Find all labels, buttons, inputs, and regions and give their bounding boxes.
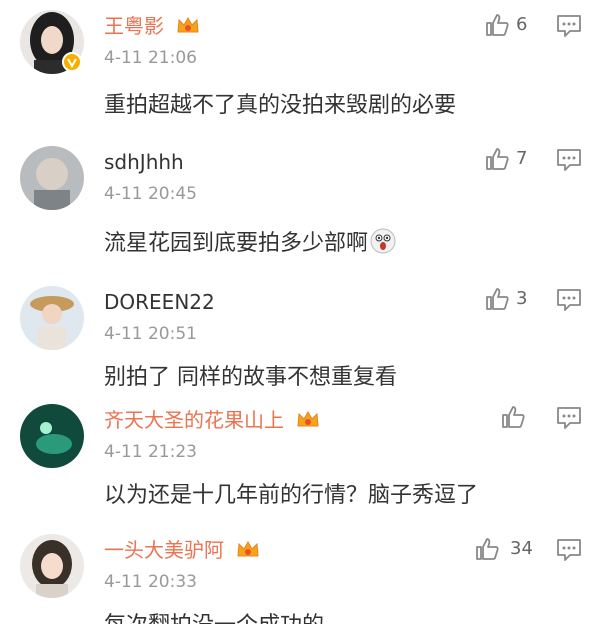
like-count: 6 — [516, 14, 528, 35]
comment-time: 4-11 20:33 — [104, 572, 197, 592]
username-text[interactable]: DOREEN22 — [104, 290, 215, 314]
comment-text: 流星花园到底要拍多少部啊 — [104, 228, 396, 258]
vip-crown-icon — [297, 410, 319, 427]
username-text[interactable]: 齐天大圣的花果山上 — [104, 408, 284, 432]
thumbs-up-icon[interactable] — [500, 404, 526, 430]
reply-comment-icon[interactable] — [556, 148, 582, 172]
verified-badge-icon — [62, 52, 82, 72]
reply-comment-icon[interactable] — [556, 14, 582, 38]
comment-username[interactable]: 齐天大圣的花果山上 — [104, 408, 320, 432]
comment-time: 4-11 21:06 — [104, 48, 197, 68]
thumbs-up-icon[interactable] — [484, 12, 510, 38]
avatar[interactable] — [20, 534, 84, 598]
like-count: 3 — [516, 288, 528, 309]
comment-text: 每次翻拍没一个成功的 — [104, 612, 324, 624]
avatar[interactable] — [20, 404, 84, 468]
like-count: 7 — [516, 148, 528, 169]
shocked-face-emoji-icon — [370, 228, 396, 254]
reply-comment-icon[interactable] — [556, 406, 582, 430]
thumbs-up-icon[interactable] — [484, 286, 510, 312]
comment-item: DOREEN22 4-11 20:51 别拍了 同样的故事不想重复看 3 — [0, 280, 600, 400]
comment-username[interactable]: sdhJhhh — [104, 150, 184, 174]
vip-crown-icon — [177, 16, 199, 33]
vip-crown-icon — [237, 540, 259, 557]
comment-text: 别拍了 同样的故事不想重复看 — [104, 365, 397, 390]
like-count: 34 — [510, 538, 533, 559]
comment-text: 重拍超越不了真的没拍来毁剧的必要 — [104, 93, 457, 118]
comment-time: 4-11 21:23 — [104, 442, 197, 462]
comment-text: 以为还是十几年前的行情？脑子秀逗了 — [104, 483, 479, 508]
comment-time: 4-11 20:51 — [104, 324, 197, 344]
comment-username[interactable]: 王粤影 — [104, 14, 200, 38]
comment-username[interactable]: DOREEN22 — [104, 290, 215, 314]
username-text[interactable]: sdhJhhh — [104, 150, 184, 174]
comment-username[interactable]: 一头大美驴阿 — [104, 538, 260, 562]
comment-time: 4-11 20:45 — [104, 184, 197, 204]
avatar[interactable] — [20, 146, 84, 210]
comment-item: sdhJhhh 4-11 20:45 流星花园到底要拍多少部啊 7 — [0, 140, 600, 280]
username-text[interactable]: 王粤影 — [104, 14, 164, 38]
thumbs-up-icon[interactable] — [484, 146, 510, 172]
comment-text-body: 流星花园到底要拍多少部啊 — [104, 231, 369, 256]
thumbs-up-icon[interactable] — [474, 536, 500, 562]
username-text[interactable]: 一头大美驴阿 — [104, 538, 224, 562]
reply-comment-icon[interactable] — [556, 538, 582, 562]
comment-item: 齐天大圣的花果山上 4-11 21:23 以为还是十几年前的行情？脑子秀逗了 — [0, 400, 600, 524]
avatar[interactable] — [20, 286, 84, 350]
comment-item: 一头大美驴阿 4-11 20:33 每次翻拍没一个成功的 34 — [0, 524, 600, 624]
comment-item: 王粤影 4-11 21:06 重拍超越不了真的没拍来毁剧的必要 6 — [0, 0, 600, 140]
reply-comment-icon[interactable] — [556, 288, 582, 312]
